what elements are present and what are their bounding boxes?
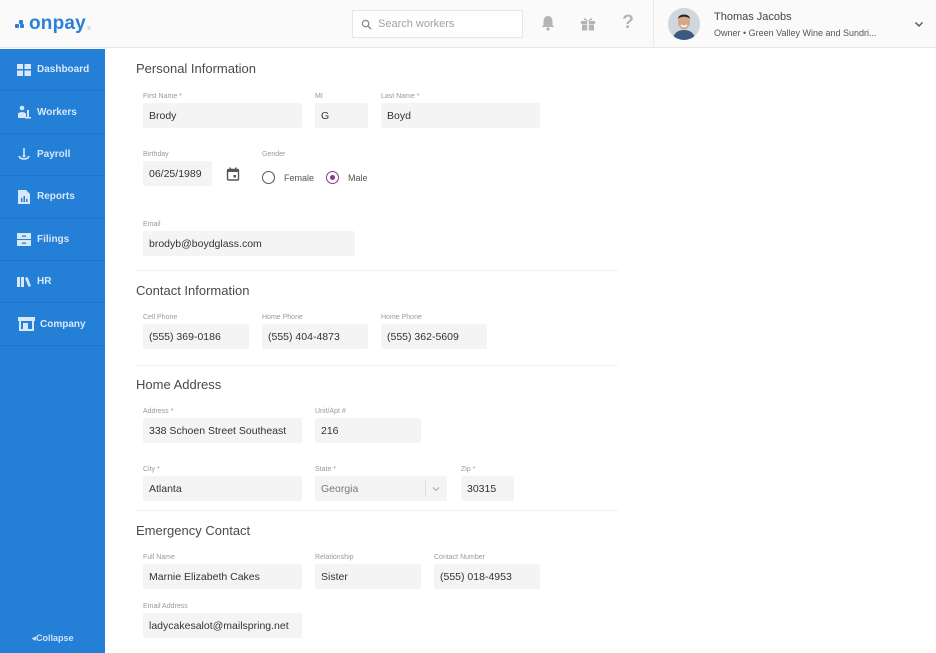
first-name-label: First Name * [143,93,182,100]
relationship-field[interactable] [315,564,421,589]
emergency-full-name-field[interactable] [143,564,302,589]
home-phone-label: Home Phone [262,314,303,321]
cell-phone-field[interactable] [143,324,249,349]
notifications-bell-icon[interactable] [539,14,557,32]
user-name[interactable]: Thomas Jacobs [714,11,792,23]
state-selected-value: Georgia [321,482,359,495]
select-separator [425,481,426,496]
chevron-down-icon[interactable] [913,18,925,30]
logo-mark-icon [15,20,27,28]
sidebar-nav: Dashboard Workers Payroll Reports Filing… [0,49,105,653]
user-avatar[interactable] [668,8,700,40]
sidebar-item-filings[interactable]: Filings [0,219,105,261]
radio-label: Male [348,172,368,183]
section-title-contact: Contact Information [136,283,250,298]
search-icon [361,19,372,30]
last-name-label: Last Name * [381,93,420,100]
zip-field[interactable] [461,476,514,501]
first-name-field[interactable] [143,103,302,128]
emergency-email-field[interactable] [143,613,302,638]
logo-registered-mark: ® [86,26,91,32]
gender-radio-male[interactable]: Male [326,171,368,184]
workers-icon [17,105,31,119]
sidebar-item-label: Dashboard [37,64,90,76]
sidebar-item-label: HR [37,276,52,288]
radio-checked-icon [326,171,339,184]
email-address-label: Email Address [143,603,188,610]
middle-initial-field[interactable] [315,103,368,128]
birthday-label: Birthday [143,151,169,158]
reports-icon [17,189,31,204]
search-input[interactable] [378,18,518,30]
zip-label: Zip * [461,466,476,473]
sidebar-item-dashboard[interactable]: Dashboard [0,49,105,92]
section-divider [136,510,618,511]
sidebar-item-label: Reports [37,191,75,203]
home-phone-2-field[interactable] [381,324,487,349]
gender-label: Gender [262,151,286,158]
home-phone-2-label: Home Phone [381,314,422,321]
chevron-down-icon [432,487,440,492]
city-field[interactable] [143,476,302,501]
section-divider [136,270,618,271]
section-title-address: Home Address [136,377,222,392]
top-header: onpay ® ? Thomas Jacobs Owner • Green Va… [0,0,936,48]
state-label: State * [315,466,337,473]
email-field[interactable] [143,231,355,256]
sidebar-item-label: Workers [37,106,77,118]
header-divider [653,0,654,48]
sidebar-item-label: Payroll [37,148,71,160]
calendar-icon[interactable] [226,167,240,181]
onpay-logo[interactable]: onpay ® [15,13,91,35]
filings-icon [17,232,31,246]
collapse-sidebar-button[interactable]: ◂Collapse [0,633,105,644]
hr-icon [17,275,31,289]
sidebar-item-workers[interactable]: Workers [0,91,105,134]
unit-label: Unit/Apt # [315,408,346,415]
last-name-field[interactable] [381,103,540,128]
dashboard-icon [17,63,31,77]
worker-profile-form: Personal Information First Name * MI Las… [105,49,936,653]
payroll-icon [17,147,31,161]
section-title-personal: Personal Information [136,61,256,76]
section-divider [136,365,618,366]
full-name-label: Full Name [143,554,175,561]
state-select[interactable]: Georgia [315,476,447,501]
sidebar-item-label: Filings [37,233,70,245]
help-question-icon[interactable]: ? [619,12,637,33]
city-label: City * [143,466,160,473]
cell-phone-label: Cell Phone [143,314,178,321]
mi-label: MI [315,93,323,100]
unit-field[interactable] [315,418,421,443]
search-box[interactable] [352,10,523,38]
sidebar-item-hr[interactable]: HR [0,261,105,304]
address-label: Address * [143,408,174,415]
contact-number-field[interactable] [434,564,540,589]
email-label: Email [143,221,161,228]
contact-number-label: Contact Number [434,554,485,561]
logo-text: onpay [29,13,86,34]
sidebar-item-payroll[interactable]: Payroll [0,134,105,177]
sidebar-item-reports[interactable]: Reports [0,176,105,219]
sidebar-item-label: Company [40,318,86,330]
radio-label: Female [284,172,315,183]
company-icon [17,317,35,332]
section-title-emergency: Emergency Contact [136,523,251,538]
gift-icon[interactable] [579,14,597,32]
home-phone-field[interactable] [262,324,368,349]
radio-unchecked-icon [262,171,275,184]
relationship-label: Relationship [315,554,354,561]
gender-radio-female[interactable]: Female [262,171,314,184]
user-role-company: Owner • Green Valley Wine and Sundri... [714,28,877,38]
birthday-field[interactable] [143,161,212,186]
address-field[interactable] [143,418,302,443]
sidebar-item-company[interactable]: Company [0,303,105,346]
